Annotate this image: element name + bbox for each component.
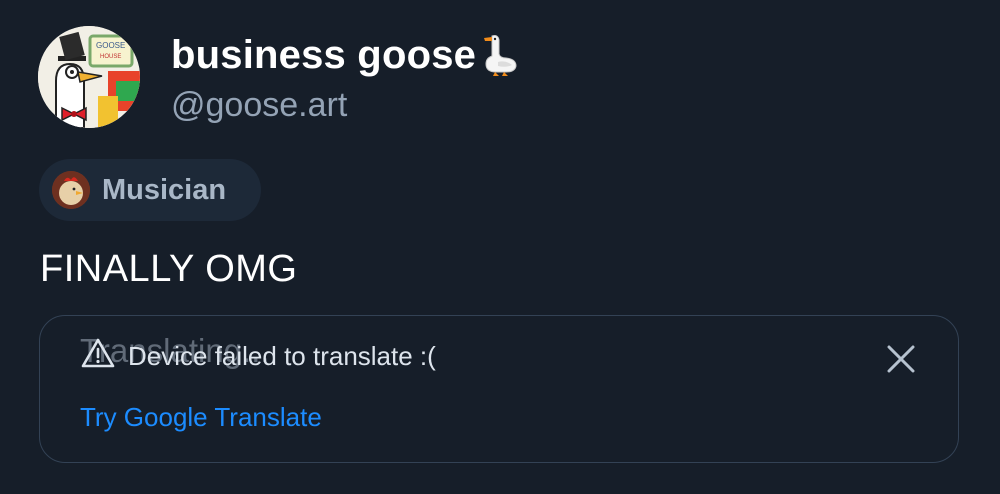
rooster-avatar [52,171,90,209]
post-text: FINALLY OMG [40,248,298,290]
goose-emoji-icon [480,30,520,78]
svg-text:HOUSE: HOUSE [100,54,121,60]
display-name-text: business goose [171,32,477,77]
svg-text:GOOSE: GOOSE [96,41,125,50]
close-translation-button[interactable] [876,334,926,384]
musician-label-pill[interactable]: Musician [39,159,261,221]
label-text: Musician [102,173,227,206]
close-icon [887,345,915,373]
author-display-name[interactable]: business goose [171,32,520,78]
author-handle[interactable]: @goose.art [171,86,347,125]
translation-card: Translating... Device failed to translat… [39,315,959,463]
goose-avatar-image: GOOSE HOUSE [38,26,140,128]
warning-icon [80,337,116,369]
author-avatar[interactable]: GOOSE HOUSE [38,26,140,128]
translation-error-text: Device failed to translate :( [128,341,436,371]
post: GOOSE HOUSE business goose @goose.art Mu… [0,0,1000,494]
try-google-translate-link[interactable]: Try Google Translate [80,402,322,433]
